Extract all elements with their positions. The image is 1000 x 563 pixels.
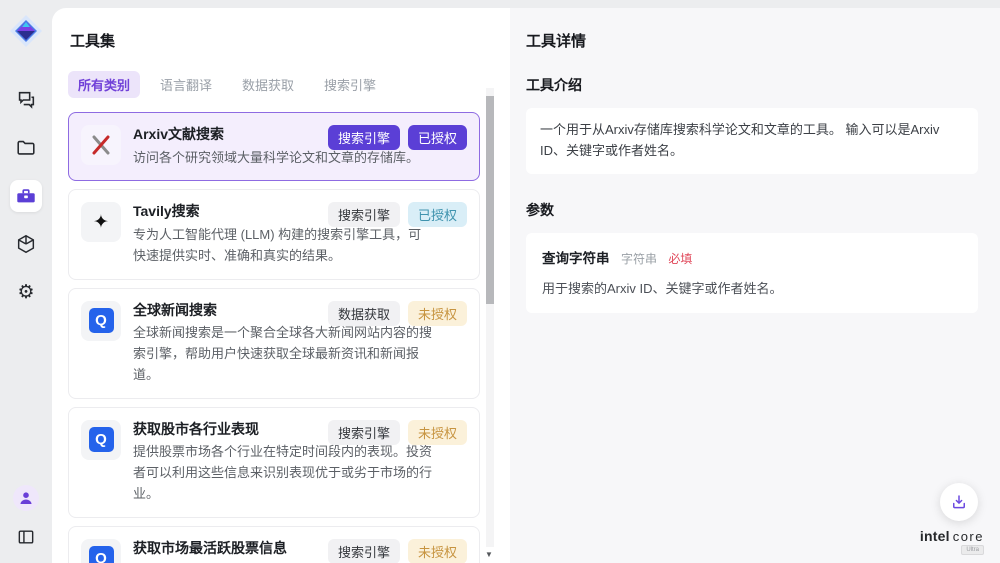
rail-bottom: [10, 485, 42, 553]
chat-icon[interactable]: [10, 84, 42, 116]
auth-status-badge: 未授权: [408, 539, 467, 563]
category-badge: 数据获取: [328, 301, 400, 326]
tab-search-engine[interactable]: 搜索引擎: [314, 71, 386, 98]
juhe-q-icon: Q: [81, 301, 121, 341]
params-heading: 参数: [526, 200, 978, 220]
param-card: 查询字符串 字符串 必填 用于搜索的Arxiv ID、关键字或作者姓名。: [526, 233, 978, 313]
juhe-q-icon: Q: [81, 420, 121, 460]
tool-card-global-news[interactable]: Q 全球新闻搜索 全球新闻搜索是一个聚合全球各大新闻网站内容的搜索引擎，帮助用户…: [68, 288, 480, 399]
page-title: 工具集: [70, 30, 510, 51]
core-brand-text: core: [953, 530, 984, 543]
tool-description: 提供股票市场各个行业在特定时间段内的表现。投资者可以利用这些信息来识别表现优于或…: [133, 442, 433, 504]
toolbox-icon[interactable]: [10, 180, 42, 212]
category-tabs: 所有类别 语言翻译 数据获取 搜索引擎: [68, 71, 510, 98]
user-avatar-icon[interactable]: [13, 485, 39, 511]
toolset-column: 工具集 所有类别 语言翻译 数据获取 搜索引擎 A: [52, 8, 510, 563]
tool-card-active-stocks[interactable]: Q 获取市场最活跃股票信息 提供当天交易量最高的股票列表，投资者可以利用这些信息…: [68, 526, 480, 563]
tool-card-stock-sectors[interactable]: Q 获取股市各行业表现 提供股票市场各个行业在特定时间段内的表现。投资者可以利用…: [68, 407, 480, 518]
intro-heading: 工具介绍: [526, 75, 978, 95]
scrollbar-thumb[interactable]: [486, 96, 494, 304]
tab-language-translation[interactable]: 语言翻译: [150, 71, 222, 98]
folder-icon[interactable]: [10, 132, 42, 164]
juhe-q-icon: Q: [81, 539, 121, 563]
category-badge: 搜索引擎: [328, 420, 400, 445]
tool-card-tavily[interactable]: ✦ Tavily搜索 专为人工智能代理 (LLM) 构建的搜索引擎工具，可快速提…: [68, 189, 480, 279]
gear-glyph: ⚙: [17, 283, 34, 302]
main-panel: 工具集 所有类别 语言翻译 数据获取 搜索引擎 A: [52, 8, 1000, 563]
app-window: ⚙ 工具集 所有类别 语言翻译: [0, 0, 1000, 563]
category-badge: 搜索引擎: [328, 125, 400, 150]
tavily-star-icon: ✦: [81, 202, 121, 242]
param-type: 字符串: [621, 252, 657, 266]
param-required-badge: 必填: [668, 252, 692, 266]
tab-all-categories[interactable]: 所有类别: [68, 71, 140, 98]
tool-list: Arxiv文献搜索 访问各个研究领域大量科学论文和文章的存储库。 搜索引擎 已授…: [68, 112, 480, 563]
app-logo-gem-icon: [7, 12, 45, 50]
ultra-variant-badge: Ultra: [961, 545, 984, 555]
auth-status-badge: 未授权: [408, 301, 467, 326]
list-scrollbar[interactable]: ▼: [486, 88, 494, 547]
rail-nav: ⚙: [10, 84, 42, 308]
collapse-panel-icon[interactable]: [10, 521, 42, 553]
auth-status-badge: 已授权: [408, 202, 467, 227]
download-button[interactable]: [940, 483, 978, 521]
auth-status-badge: 已授权: [408, 125, 467, 150]
tool-description: 专为人工智能代理 (LLM) 构建的搜索引擎工具，可快速提供实时、准确和真实的结…: [133, 225, 433, 267]
param-description: 用于搜索的Arxiv ID、关键字或作者姓名。: [542, 278, 962, 297]
tool-description: 访问各个研究领域大量科学论文和文章的存储库。: [133, 148, 433, 169]
gear-icon[interactable]: ⚙: [10, 276, 42, 308]
arxiv-logo-icon: [81, 125, 121, 165]
cube-icon[interactable]: [10, 228, 42, 260]
category-badge: 搜索引擎: [328, 539, 400, 563]
auth-status-badge: 未授权: [408, 420, 467, 445]
intel-brand-text: intel: [920, 529, 950, 543]
download-icon: [950, 493, 968, 511]
detail-title: 工具详情: [526, 30, 978, 51]
intro-card: 一个用于从Arxiv存储库搜索科学论文和文章的工具。 输入可以是Arxiv ID…: [526, 108, 978, 174]
tool-description: 全球新闻搜索是一个聚合全球各大新闻网站内容的搜索引擎，帮助用户快速获取全球最新资…: [133, 323, 433, 385]
scrollbar-down-arrow-icon[interactable]: ▼: [485, 550, 493, 559]
tool-card-arxiv[interactable]: Arxiv文献搜索 访问各个研究领域大量科学论文和文章的存储库。 搜索引擎 已授…: [68, 112, 480, 181]
category-badge: 搜索引擎: [328, 202, 400, 227]
intel-core-logo: intel core Ultra: [920, 529, 984, 555]
tool-detail-panel: 工具详情 工具介绍 一个用于从Arxiv存储库搜索科学论文和文章的工具。 输入可…: [510, 8, 1000, 563]
icon-rail: ⚙: [0, 0, 52, 563]
param-name: 查询字符串: [542, 251, 610, 266]
tab-data-acquisition[interactable]: 数据获取: [232, 71, 304, 98]
